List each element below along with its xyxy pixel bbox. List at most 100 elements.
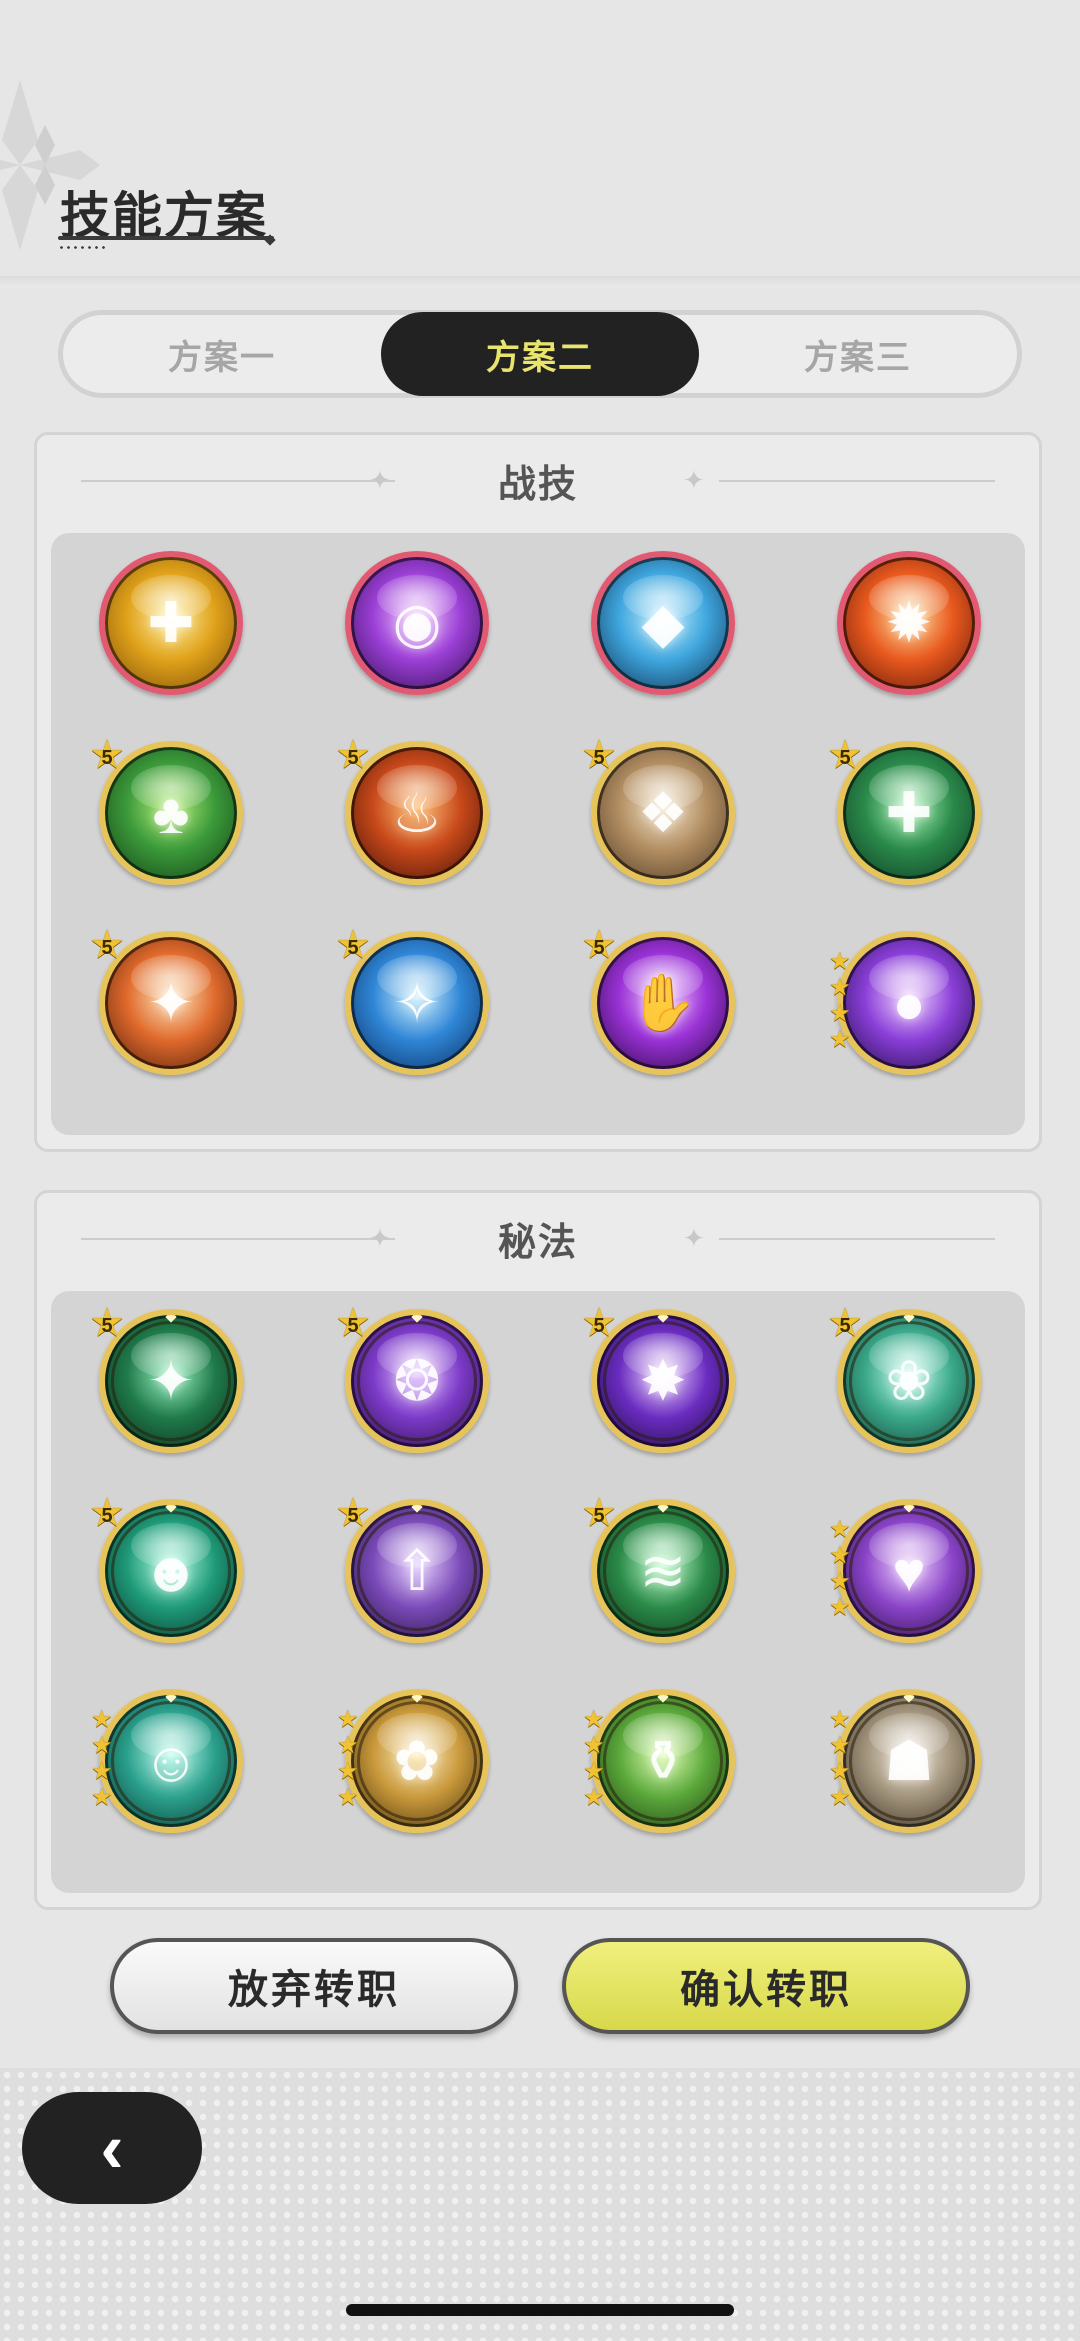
skill-slot[interactable]: ♣ ★ 5 bbox=[87, 733, 247, 893]
stone-sage-arcana-icon[interactable]: ☗ bbox=[837, 1689, 981, 1833]
sparkle-icon: ✦ bbox=[369, 1223, 391, 1253]
skill-slot[interactable]: ✧ ★ 5 bbox=[333, 923, 493, 1083]
star-icon: ★ bbox=[829, 1542, 851, 1569]
holy-light-skill-icon[interactable]: ✚ bbox=[99, 551, 243, 695]
title-underline bbox=[58, 236, 274, 240]
star-icon: ★ bbox=[829, 1784, 851, 1811]
arcana-title: 秘法 bbox=[497, 1221, 578, 1264]
skill-slot[interactable]: ✿ ★ ★ ★ ★ bbox=[333, 1681, 493, 1841]
icon-glyph: ● bbox=[892, 971, 926, 1035]
rank-number: 5 bbox=[101, 747, 113, 769]
skill-slot[interactable]: ◆ bbox=[579, 543, 739, 703]
ice-crystal-skill-icon[interactable]: ◆ bbox=[591, 551, 735, 695]
star-icon: ★ bbox=[337, 1706, 359, 1733]
skill-slot[interactable]: ✋ ★ 5 bbox=[579, 923, 739, 1083]
icon-glyph: ☺ bbox=[142, 1729, 200, 1793]
rank-number: 5 bbox=[101, 937, 113, 959]
tab-plan-1[interactable]: 方案一 bbox=[63, 312, 381, 396]
star-icon: ★ bbox=[583, 1732, 605, 1759]
star-icon: ★ bbox=[583, 1784, 605, 1811]
skill-slot[interactable]: ☻ ★ 5 bbox=[87, 1491, 247, 1651]
rank-number: 5 bbox=[347, 1315, 359, 1337]
heart-witch-arcana-icon[interactable]: ♥ bbox=[837, 1499, 981, 1643]
star-icon: ★ bbox=[337, 1784, 359, 1811]
star-icon: ★ bbox=[91, 1706, 113, 1733]
fire-burst-skill-icon[interactable]: ✹ bbox=[837, 551, 981, 695]
rank-badge: ★ 5 bbox=[579, 1493, 619, 1533]
skill-slot[interactable]: ⇧ ★ 5 bbox=[333, 1491, 493, 1651]
rank-badge: ★ 5 bbox=[333, 925, 373, 965]
skill-slot[interactable]: ❖ ★ 5 bbox=[579, 733, 739, 893]
star-icon: ★ bbox=[337, 1758, 359, 1785]
skill-slot[interactable]: ● ★ ★ ★ ★ bbox=[825, 923, 985, 1083]
confirm-class-change-button[interactable]: 确认转职 bbox=[562, 1938, 970, 2034]
skill-slot[interactable]: ❂ ★ 5 bbox=[333, 1301, 493, 1461]
arcana-grid: ✦ ★ 5 ❂ ★ 5 ✸ ★ 5 ❀ ★ 5 ☻ ★ 5 ⇧ ★ 5 ≋ ★ 5 ♥ ★ ★ ★ ★ ☺ ★ ★ ★ ★ ✿ ★ ★ ★ ★ ⚱ ★ ★ ★… bbox=[51, 1291, 1025, 1893]
icon-row: ♣ ★ 5 ♨ ★ 5 ❖ ★ 5 ✚ ★ 5 bbox=[51, 733, 1025, 893]
star-icon: ★ bbox=[829, 1000, 851, 1027]
skill-slot[interactable]: ⚱ ★ ★ ★ ★ bbox=[579, 1681, 739, 1841]
star-icon: ★ bbox=[583, 1758, 605, 1785]
skill-slot[interactable]: ♥ ★ ★ ★ ★ bbox=[825, 1491, 985, 1651]
skill-slot[interactable]: ✸ ★ 5 bbox=[579, 1301, 739, 1461]
abandon-class-change-button[interactable]: 放弃转职 bbox=[110, 1938, 518, 2034]
golden-blessing-arcana-icon[interactable]: ✿ bbox=[345, 1689, 489, 1833]
rank-number: 5 bbox=[593, 1505, 605, 1527]
teal-vision-arcana-icon[interactable]: ☺ bbox=[99, 1689, 243, 1833]
rank-number: 5 bbox=[101, 1505, 113, 1527]
rank-badge: ★ 5 bbox=[333, 1303, 373, 1343]
skill-slot[interactable]: ◉ bbox=[333, 543, 493, 703]
arcana-panel: ✦ 秘法 ✦ ✦ ★ 5 ❂ ★ 5 ✸ ★ 5 ❀ ★ 5 ☻ ★ 5 ⇧ ★ 5 ≋ ★ 5 ♥ ★ ★ ★ ★ ☺ ★ ★ ★ ★ ✿ ★… bbox=[34, 1190, 1042, 1910]
rank-number: 5 bbox=[593, 937, 605, 959]
star-icon: ★ bbox=[829, 948, 851, 975]
star-icon: ★ bbox=[91, 1732, 113, 1759]
rank-number: 5 bbox=[839, 1315, 851, 1337]
header-line-left bbox=[81, 480, 395, 482]
plan-tabs: 方案一 方案二 方案三 bbox=[58, 310, 1022, 398]
star-icon: ★ bbox=[829, 1706, 851, 1733]
combat-skills-title: 战技 bbox=[497, 463, 578, 506]
header-line-right bbox=[719, 1238, 995, 1240]
skill-slot[interactable]: ☗ ★ ★ ★ ★ bbox=[825, 1681, 985, 1841]
tab-plan-3[interactable]: 方案三 bbox=[699, 312, 1017, 396]
sparkle-icon: ✦ bbox=[683, 465, 705, 495]
arcane-orb-skill-icon[interactable]: ● bbox=[837, 931, 981, 1075]
arcana-header: ✦ 秘法 ✦ bbox=[37, 1193, 1039, 1283]
star-icon: ★ bbox=[91, 1758, 113, 1785]
icon-glyph: ◉ bbox=[392, 591, 442, 654]
skill-slot[interactable]: ✚ ★ 5 bbox=[825, 733, 985, 893]
combat-skills-panel: ✦ 战技 ✦ ✚ ◉ ◆ ✹ ♣ ★ 5 ♨ ★ 5 ❖ ★ 5 ✚ ★ 5 ✦ ★ 5 ✧ ★ 5 ✋ ★ 5 ● ★ ★ ★ ★ bbox=[34, 432, 1042, 1152]
skill-slot[interactable]: ☺ ★ ★ ★ ★ bbox=[87, 1681, 247, 1841]
star-icon: ★ bbox=[829, 1594, 851, 1621]
skill-slot[interactable]: ✚ bbox=[87, 543, 247, 703]
star-icon: ★ bbox=[829, 1568, 851, 1595]
rank-stars: ★ ★ ★ ★ bbox=[829, 1517, 851, 1621]
potion-flask-arcana-icon[interactable]: ⚱ bbox=[591, 1689, 735, 1833]
rank-badge: ★ 5 bbox=[87, 1493, 127, 1533]
rank-number: 5 bbox=[839, 747, 851, 769]
home-indicator[interactable] bbox=[346, 2304, 734, 2316]
rank-number: 5 bbox=[101, 1315, 113, 1337]
star-icon: ★ bbox=[583, 1706, 605, 1733]
tab-plan-2[interactable]: 方案二 bbox=[381, 312, 699, 396]
skill-slot[interactable]: ≋ ★ 5 bbox=[579, 1491, 739, 1651]
rank-badge: ★ 5 bbox=[87, 1303, 127, 1343]
title-dots bbox=[58, 246, 108, 249]
void-eye-skill-icon[interactable]: ◉ bbox=[345, 551, 489, 695]
skill-slot[interactable]: ❀ ★ 5 bbox=[825, 1301, 985, 1461]
icon-row: ☺ ★ ★ ★ ★ ✿ ★ ★ ★ ★ ⚱ ★ ★ ★ ★ ☗ ★ ★ ★ ★ bbox=[51, 1681, 1025, 1841]
skill-slot[interactable]: ♨ ★ 5 bbox=[333, 733, 493, 893]
skill-slot[interactable]: ✹ bbox=[825, 543, 985, 703]
combat-skills-grid: ✚ ◉ ◆ ✹ ♣ ★ 5 ♨ ★ 5 ❖ ★ 5 ✚ ★ 5 ✦ ★ 5 ✧ ★ 5 ✋ ★ 5 ● ★ ★ ★ ★ bbox=[51, 533, 1025, 1135]
skill-slot[interactable]: ✦ ★ 5 bbox=[87, 923, 247, 1083]
rank-number: 5 bbox=[593, 1315, 605, 1337]
icon-row: ✚ ◉ ◆ ✹ bbox=[51, 543, 1025, 703]
chevron-left-icon: ‹ bbox=[100, 2109, 124, 2187]
rank-stars: ★ ★ ★ ★ bbox=[337, 1706, 359, 1811]
header-line-left bbox=[81, 1238, 395, 1240]
back-button[interactable]: ‹ bbox=[22, 2092, 202, 2204]
skill-slot[interactable]: ✦ ★ 5 bbox=[87, 1301, 247, 1461]
icon-glyph: ✹ bbox=[885, 591, 933, 654]
rank-stars: ★ ★ ★ ★ bbox=[829, 1706, 851, 1811]
sparkle-icon: ✦ bbox=[369, 465, 391, 495]
